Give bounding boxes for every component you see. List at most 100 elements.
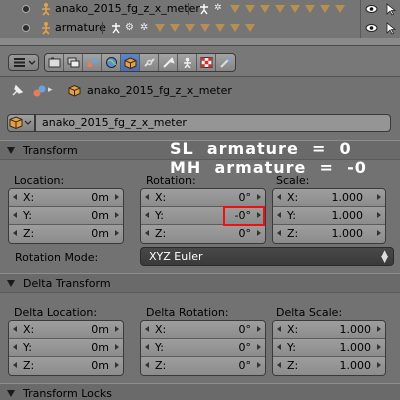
render-layers-tab-icon[interactable] (64, 54, 83, 71)
collapse-chevron-icon[interactable] (7, 280, 15, 287)
armature-figure-icon (42, 22, 50, 35)
rotation-label: Rotation: (146, 174, 196, 187)
overlay-caption-line2: MH armature = -0 (170, 158, 367, 177)
vertex-group-icon (290, 5, 300, 13)
visibility-eye-icon[interactable] (365, 21, 378, 35)
scale-fields: X: 1.000 Y: 1.000 Z: 1.000 (272, 188, 386, 244)
vertex-group-icon (275, 5, 285, 13)
vertex-group-icon (260, 5, 270, 13)
outliner-row-armature[interactable]: armature ⚙ ✲ (0, 19, 400, 38)
delta-rotation-fields: X: 0° Y: 0° Z: 0° (140, 320, 266, 376)
rotation-mode-label: Rotation Mode: (15, 251, 99, 264)
armature-figure-icon (42, 3, 50, 16)
outliner-row-object[interactable]: anako_2015_fg_z_x_meter ✲ (0, 0, 400, 19)
editor-divider[interactable] (0, 38, 400, 46)
delta-scale-label: Delta Scale: (276, 306, 343, 319)
outliner-item-label[interactable]: armature (55, 21, 106, 34)
delta-rotation-y-field[interactable]: Y: 0° (141, 339, 265, 357)
scene-tab-icon[interactable] (83, 54, 102, 71)
vertex-group-icon (335, 5, 345, 13)
location-z-field[interactable]: Z: 0m (9, 225, 123, 243)
texture-tab-icon[interactable] (197, 54, 216, 71)
transform-locks-panel-header[interactable]: Transform Locks (0, 383, 400, 400)
vertex-group-icon (170, 24, 180, 32)
rotation-mode-value: XYZ Euler (149, 250, 203, 263)
armature-data-tab-icon[interactable] (178, 54, 197, 71)
location-label: Location: (14, 174, 65, 187)
properties-editor-icon (14, 58, 36, 67)
visibility-eye-icon[interactable] (365, 2, 378, 16)
object-name-field[interactable]: anako_2015_fg_z_x_meter (35, 114, 391, 132)
constraint-icon: ✲ (214, 3, 222, 13)
modifiers-tab-icon[interactable] (159, 54, 178, 71)
scene-datablock-icon (33, 85, 46, 97)
context-path-row: ▸ anako_2015_fg_z_x_meter (0, 77, 400, 105)
delta-location-fields: X: 0m Y: 0m Z: 0m (8, 320, 124, 376)
delta-location-z-field[interactable]: Z: 0m (9, 357, 123, 375)
properties-toolbar (0, 46, 400, 77)
overlay-caption-line1: SL armature = 0 (170, 139, 352, 158)
collapse-chevron-icon[interactable] (7, 147, 15, 154)
pose-figure-icon (200, 4, 208, 15)
delta-rotation-z-field[interactable]: Z: 0° (141, 357, 265, 375)
outliner: anako_2015_fg_z_x_meter ✲ armature ⚙ ✲ (0, 0, 400, 38)
scale-label: Scale: (276, 174, 310, 187)
object-datablock-icon (68, 84, 81, 97)
path-separator-icon: ▸ (48, 85, 53, 95)
vertex-group-icon (230, 24, 240, 32)
select-arrow-icon[interactable] (384, 2, 397, 16)
vertex-group-icon (215, 24, 225, 32)
pin-icon[interactable] (10, 84, 24, 98)
rotation-mode-select[interactable]: XYZ Euler ▲ ▼ (140, 247, 394, 266)
tools-tab-icon[interactable] (216, 54, 235, 71)
delta-location-x-field[interactable]: X: 0m (9, 321, 123, 339)
location-x-field[interactable]: X: 0m (9, 189, 123, 207)
render-tab-icon[interactable] (45, 54, 64, 71)
vertex-group-icon (305, 5, 315, 13)
rotation-x-field[interactable]: X: 0° (141, 189, 265, 207)
location-fields: X: 0m Y: 0m Z: 0m (8, 188, 124, 244)
vertex-group-icon (320, 5, 330, 13)
context-tabs (44, 53, 236, 72)
updown-arrows-icon: ▲ ▼ (381, 249, 388, 265)
panel-title: Transform Locks (23, 387, 113, 400)
scale-x-field[interactable]: X: 1.000 (273, 189, 385, 207)
delta-rotation-label: Delta Rotation: (146, 306, 229, 319)
vertex-group-icon (200, 24, 210, 32)
highlight-annotation-box (223, 206, 265, 226)
delta-location-label: Delta Location: (14, 306, 98, 319)
delta-transform-panel-header[interactable]: Delta Transform (0, 273, 400, 293)
vertex-group-icon (245, 5, 255, 13)
scale-z-field[interactable]: Z: 1.000 (273, 225, 385, 243)
constraint-icon: ✲ (140, 22, 149, 33)
object-browse-button[interactable] (7, 114, 35, 132)
context-path-object-name: anako_2015_fg_z_x_meter (87, 84, 232, 97)
editor-type-dropdown[interactable] (8, 54, 39, 71)
vertex-group-icon (230, 5, 240, 13)
bone-group-icon: ⚙ (125, 22, 134, 33)
delta-scale-z-field[interactable]: Z: 1.000 (273, 357, 385, 375)
delta-location-y-field[interactable]: Y: 0m (9, 339, 123, 357)
object-name-row: anako_2015_fg_z_x_meter (0, 105, 400, 140)
pose-figure-icon (112, 23, 120, 34)
rotation-z-field[interactable]: Z: 0° (141, 225, 265, 243)
panel-title: Delta Transform (23, 277, 111, 290)
collapse-chevron-icon[interactable] (7, 390, 15, 397)
constraints-tab-icon[interactable] (140, 54, 159, 71)
delta-scale-x-field[interactable]: X: 1.000 (273, 321, 385, 339)
object-tab-icon[interactable] (121, 54, 140, 71)
vertex-group-icon (185, 24, 195, 32)
collapse-dot-icon[interactable] (22, 24, 30, 32)
scale-y-field[interactable]: Y: 1.000 (273, 207, 385, 225)
world-tab-icon[interactable] (102, 54, 121, 71)
delta-scale-fields: X: 1.000 Y: 1.000 Z: 1.000 (272, 320, 386, 376)
panel-title: Transform (23, 144, 78, 157)
object-cube-icon (9, 116, 32, 130)
collapse-dot-icon[interactable] (22, 5, 30, 13)
delta-scale-y-field[interactable]: Y: 1.000 (273, 339, 385, 357)
location-y-field[interactable]: Y: 0m (9, 207, 123, 225)
outliner-item-label[interactable]: anako_2015_fg_z_x_meter (55, 2, 200, 15)
delta-rotation-x-field[interactable]: X: 0° (141, 321, 265, 339)
vertex-group-icon (155, 24, 165, 32)
select-arrow-icon[interactable] (384, 21, 397, 35)
